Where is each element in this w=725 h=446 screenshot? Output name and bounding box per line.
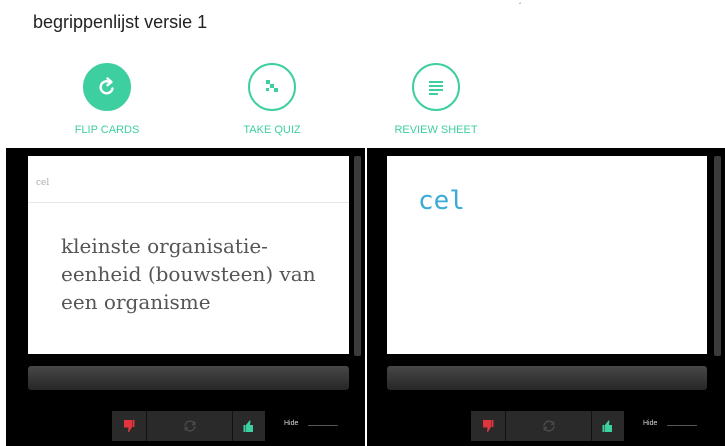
flashcard-panel-definition: cel kleinste organisatie-eenheid (bouwst… <box>6 148 365 446</box>
refresh-icon <box>99 77 114 95</box>
card-controls <box>471 411 624 441</box>
review-sheet-label: REVIEW SHEET <box>394 124 478 136</box>
flip-button[interactable] <box>147 411 232 441</box>
like-button[interactable] <box>592 411 624 441</box>
list-icon <box>429 81 443 95</box>
flip-icon <box>183 420 196 432</box>
dislike-button[interactable] <box>112 411 146 441</box>
card-stack-bar <box>28 366 349 390</box>
card-stack-bar <box>387 366 707 390</box>
card-term-text: cel <box>418 186 465 216</box>
hide-toggle-line <box>667 425 697 426</box>
thumbs-up-icon <box>243 420 253 432</box>
flashcard-panel-term: cel Hide <box>367 148 725 446</box>
card-term-small: cel <box>36 178 50 188</box>
thumbs-down-icon <box>124 420 135 432</box>
take-quiz-circle[interactable] <box>248 63 296 111</box>
dislike-button[interactable] <box>471 411 505 441</box>
flip-cards-button[interactable]: FLIP CARDS <box>59 63 155 136</box>
like-button[interactable] <box>233 411 265 441</box>
flip-button[interactable] <box>506 411 591 441</box>
take-quiz-label: TAKE QUIZ <box>243 124 301 136</box>
flip-icon <box>542 420 555 432</box>
flip-cards-label: FLIP CARDS <box>74 124 140 136</box>
flashcard-term[interactable]: cel <box>387 156 707 354</box>
quiz-icon <box>266 80 278 92</box>
page-title: begrippenlijst versie 1 <box>33 12 208 32</box>
stray-mark: ´ <box>519 2 522 11</box>
thumbs-down-icon <box>483 420 494 432</box>
card-divider <box>28 202 349 203</box>
scroll-strip[interactable] <box>714 156 721 356</box>
hide-toggle[interactable]: Hide <box>643 420 657 427</box>
review-sheet-button[interactable]: REVIEW SHEET <box>388 63 484 136</box>
scroll-strip[interactable] <box>354 156 361 356</box>
flashcard-definition[interactable]: cel kleinste organisatie-eenheid (bouwst… <box>28 156 349 354</box>
take-quiz-button[interactable]: TAKE QUIZ <box>224 63 320 136</box>
hide-toggle-line <box>308 425 338 426</box>
flip-cards-circle[interactable] <box>83 63 131 111</box>
card-definition-text: kleinste organisatie-eenheid (bouwsteen)… <box>61 234 316 314</box>
review-sheet-circle[interactable] <box>412 63 460 111</box>
card-controls <box>112 411 265 441</box>
hide-toggle[interactable]: Hide <box>284 420 298 427</box>
thumbs-up-icon <box>602 420 612 432</box>
